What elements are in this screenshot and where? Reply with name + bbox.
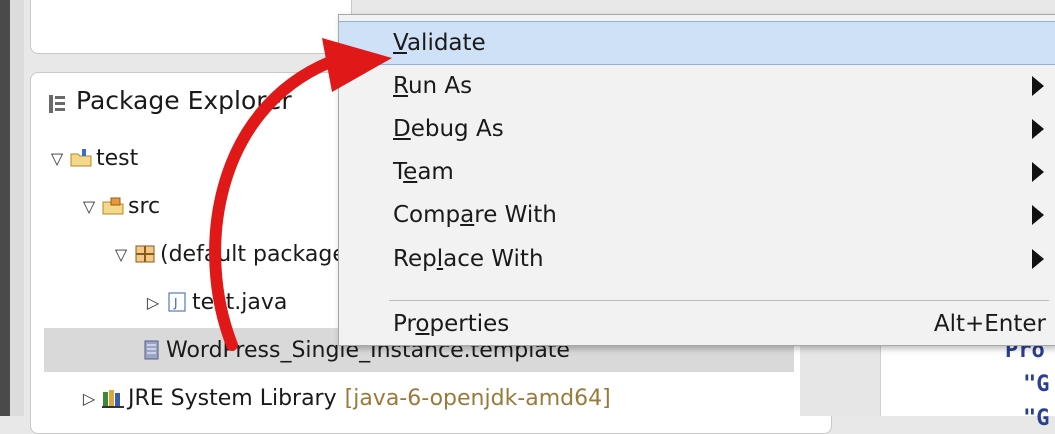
template-file-icon	[140, 340, 162, 360]
expanded-icon[interactable]: ▽	[108, 245, 134, 264]
menu-separator	[389, 300, 1049, 301]
menu-item-debug-as[interactable]: Debug As	[339, 108, 1055, 150]
menu-item-label: Team	[393, 159, 454, 185]
tree-item-label: (default package)	[160, 241, 355, 267]
menu-item-team[interactable]: Team	[339, 151, 1055, 193]
submenu-arrow-icon	[1032, 249, 1044, 269]
context-menu: Validate Run As Debug As Team Compare Wi…	[338, 14, 1055, 346]
tree-item-label: test	[96, 145, 139, 171]
tree-item-source-folder[interactable]: ▽ src	[76, 184, 160, 228]
menu-item-properties[interactable]: Properties Alt+Enter	[339, 303, 1055, 345]
library-icon	[102, 388, 124, 408]
menu-item-compare-with[interactable]: Compare With	[339, 194, 1055, 236]
expanded-icon[interactable]: ▽	[76, 197, 102, 216]
package-explorer-title: Package Explorer	[76, 86, 292, 115]
java-file-icon: J	[166, 292, 188, 312]
tree-item-package[interactable]: ▽ (default package)	[108, 232, 355, 276]
window-frame-left	[0, 0, 10, 416]
tree-item-label: src	[128, 193, 161, 219]
menu-item-run-as[interactable]: Run As	[339, 65, 1055, 107]
menu-item-label: Run As	[393, 73, 473, 99]
menu-item-label: Validate	[393, 30, 486, 56]
submenu-arrow-icon	[1032, 76, 1044, 96]
tree-item-jre-library[interactable]: ▷ JRE System Library [java-6-openjdk-amd…	[76, 376, 611, 420]
submenu-arrow-icon	[1032, 205, 1044, 225]
tree-item-project[interactable]: ▽ test	[44, 136, 138, 180]
menu-item-label: Properties	[393, 311, 510, 337]
collapsed-icon[interactable]: ▷	[140, 293, 166, 312]
package-icon	[134, 244, 156, 264]
window-sash[interactable]	[10, 0, 24, 416]
expanded-icon[interactable]: ▽	[44, 149, 70, 168]
menu-item-validate[interactable]: Validate	[339, 21, 1055, 65]
project-folder-icon	[70, 148, 92, 168]
submenu-arrow-icon	[1032, 119, 1044, 139]
collapsed-icon[interactable]: ▷	[76, 389, 102, 408]
menu-item-label: Debug As	[393, 116, 504, 142]
menu-item-label: Compare With	[393, 202, 557, 228]
tree-item-label: test.java	[192, 289, 288, 315]
code-line: "G	[1023, 406, 1050, 431]
submenu-arrow-icon	[1032, 162, 1044, 182]
package-explorer-icon	[48, 91, 66, 113]
source-folder-icon	[102, 196, 124, 216]
tree-item-java-file[interactable]: ▷ J test.java	[140, 280, 288, 324]
menu-item-label: Replace With	[393, 246, 544, 272]
package-explorer-tab[interactable]: Package Explorer	[48, 86, 292, 115]
svg-text:J: J	[173, 296, 178, 310]
code-line: "G	[1023, 372, 1050, 397]
tree-item-decoration: [java-6-openjdk-amd64]	[344, 385, 611, 411]
menu-item-replace-with[interactable]: Replace With	[339, 238, 1055, 280]
top-view-panel	[30, 0, 352, 54]
menu-item-accelerator: Alt+Enter	[933, 311, 1046, 337]
tree-item-label: JRE System Library	[128, 385, 337, 411]
